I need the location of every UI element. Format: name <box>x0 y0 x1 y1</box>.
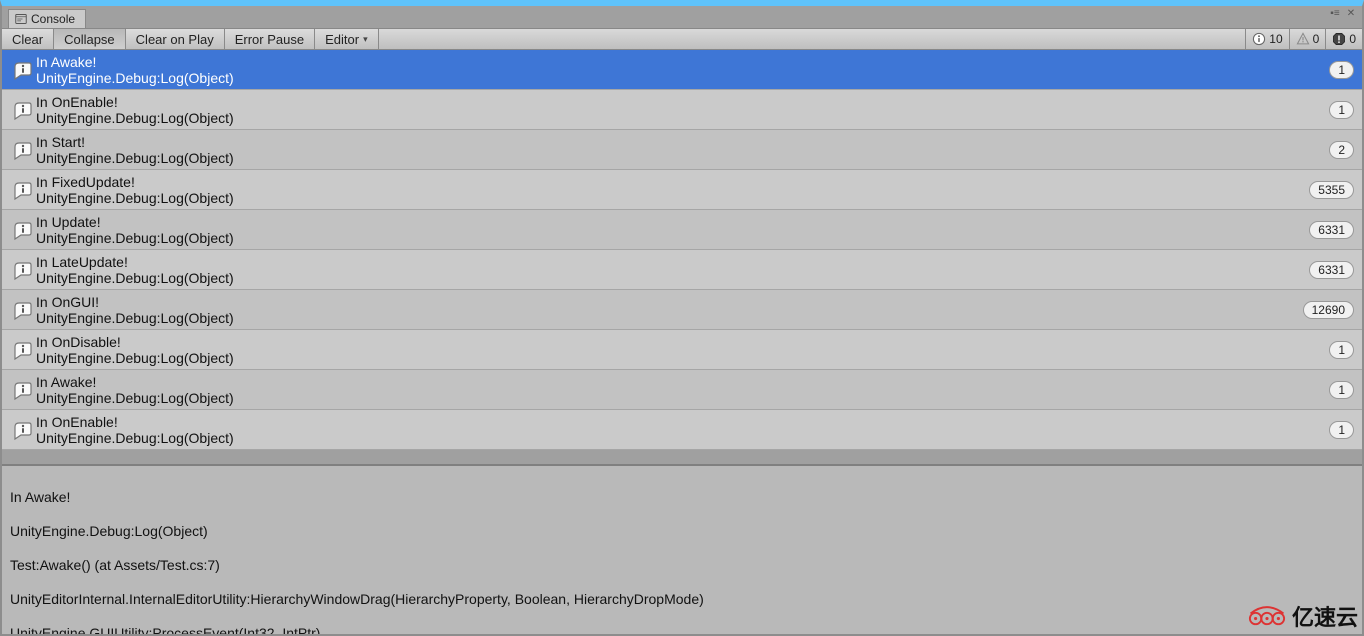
info-icon <box>8 339 36 361</box>
log-stack: UnityEngine.Debug:Log(Object) <box>36 390 1329 406</box>
log-message: In LateUpdate! <box>36 254 1309 270</box>
info-icon <box>8 99 36 121</box>
log-list[interactable]: In Awake! UnityEngine.Debug:Log(Object) … <box>2 50 1362 464</box>
log-row[interactable]: In LateUpdate! UnityEngine.Debug:Log(Obj… <box>2 250 1362 290</box>
info-icon <box>8 179 36 201</box>
info-filter[interactable]: 10 <box>1245 29 1288 49</box>
log-count-badge: 1 <box>1329 381 1354 399</box>
toolbar: Clear Collapse Clear on Play Error Pause… <box>2 28 1362 50</box>
info-icon <box>1252 32 1266 46</box>
console-tab-icon <box>15 13 27 25</box>
info-icon <box>8 139 36 161</box>
log-stack: UnityEngine.Debug:Log(Object) <box>36 270 1309 286</box>
log-message: In Update! <box>36 214 1309 230</box>
log-message: In OnEnable! <box>36 414 1329 430</box>
log-count-badge: 1 <box>1329 421 1354 439</box>
clear-on-play-button[interactable]: Clear on Play <box>126 29 225 49</box>
log-message: In FixedUpdate! <box>36 174 1309 190</box>
info-icon <box>8 299 36 321</box>
log-stack: UnityEngine.Debug:Log(Object) <box>36 70 1329 86</box>
detail-line: UnityEditorInternal.InternalEditorUtilit… <box>10 591 1354 608</box>
log-row[interactable]: In OnEnable! UnityEngine.Debug:Log(Objec… <box>2 410 1362 450</box>
log-message: In OnDisable! <box>36 334 1329 350</box>
log-stack: UnityEngine.Debug:Log(Object) <box>36 230 1309 246</box>
tab-console[interactable]: Console <box>8 9 86 28</box>
log-row[interactable]: In OnEnable! UnityEngine.Debug:Log(Objec… <box>2 90 1362 130</box>
info-icon <box>8 419 36 441</box>
info-icon <box>8 59 36 81</box>
detail-line: UnityEngine.GUIUtility:ProcessEvent(Int3… <box>10 625 1354 634</box>
log-message: In OnGUI! <box>36 294 1303 310</box>
collapse-button[interactable]: Collapse <box>54 29 126 49</box>
log-stack: UnityEngine.Debug:Log(Object) <box>36 150 1329 166</box>
error-icon <box>1332 32 1346 46</box>
log-row[interactable]: In Start! UnityEngine.Debug:Log(Object) … <box>2 130 1362 170</box>
clear-button[interactable]: Clear <box>2 29 54 49</box>
log-count-badge: 1 <box>1329 341 1354 359</box>
log-stack: UnityEngine.Debug:Log(Object) <box>36 350 1329 366</box>
log-row[interactable]: In OnDisable! UnityEngine.Debug:Log(Obje… <box>2 330 1362 370</box>
log-count-badge: 1 <box>1329 101 1354 119</box>
tab-bar: Console ▪≡ ✕ <box>2 6 1362 28</box>
editor-dropdown[interactable]: Editor <box>315 29 379 49</box>
watermark-logo-icon <box>1248 604 1286 628</box>
info-icon <box>8 259 36 281</box>
detail-line: Test:Awake() (at Assets/Test.cs:7) <box>10 557 1354 574</box>
detail-panel: In Awake! UnityEngine.Debug:Log(Object) … <box>2 464 1362 634</box>
info-icon <box>8 379 36 401</box>
watermark-text: 亿速云 <box>1292 600 1358 632</box>
log-message: In Start! <box>36 134 1329 150</box>
tab-label: Console <box>31 12 75 26</box>
log-row[interactable]: In Update! UnityEngine.Debug:Log(Object)… <box>2 210 1362 250</box>
warning-icon <box>1296 32 1310 46</box>
log-row[interactable]: In OnGUI! UnityEngine.Debug:Log(Object) … <box>2 290 1362 330</box>
log-stack: UnityEngine.Debug:Log(Object) <box>36 110 1329 126</box>
log-stack: UnityEngine.Debug:Log(Object) <box>36 430 1329 446</box>
log-count-badge: 5355 <box>1309 181 1354 199</box>
log-stack: UnityEngine.Debug:Log(Object) <box>36 310 1303 326</box>
log-count-badge: 1 <box>1329 61 1354 79</box>
log-count-badge: 6331 <box>1309 261 1354 279</box>
detail-line: UnityEngine.Debug:Log(Object) <box>10 523 1354 540</box>
detail-line: In Awake! <box>10 489 1354 506</box>
close-icon[interactable]: ✕ <box>1344 6 1358 20</box>
log-message: In OnEnable! <box>36 94 1329 110</box>
error-pause-button[interactable]: Error Pause <box>225 29 315 49</box>
watermark: 亿速云 <box>1248 600 1358 632</box>
log-stack: UnityEngine.Debug:Log(Object) <box>36 190 1309 206</box>
error-filter[interactable]: 0 <box>1325 29 1362 49</box>
log-count-badge: 2 <box>1329 141 1354 159</box>
log-row[interactable]: In FixedUpdate! UnityEngine.Debug:Log(Ob… <box>2 170 1362 210</box>
log-row[interactable]: In Awake! UnityEngine.Debug:Log(Object) … <box>2 370 1362 410</box>
context-menu-icon[interactable]: ▪≡ <box>1328 6 1342 20</box>
log-row[interactable]: In Awake! UnityEngine.Debug:Log(Object) … <box>2 50 1362 90</box>
warning-filter[interactable]: 0 <box>1289 29 1326 49</box>
log-message: In Awake! <box>36 54 1329 70</box>
log-count-badge: 12690 <box>1303 301 1354 319</box>
log-count-badge: 6331 <box>1309 221 1354 239</box>
log-message: In Awake! <box>36 374 1329 390</box>
info-icon <box>8 219 36 241</box>
